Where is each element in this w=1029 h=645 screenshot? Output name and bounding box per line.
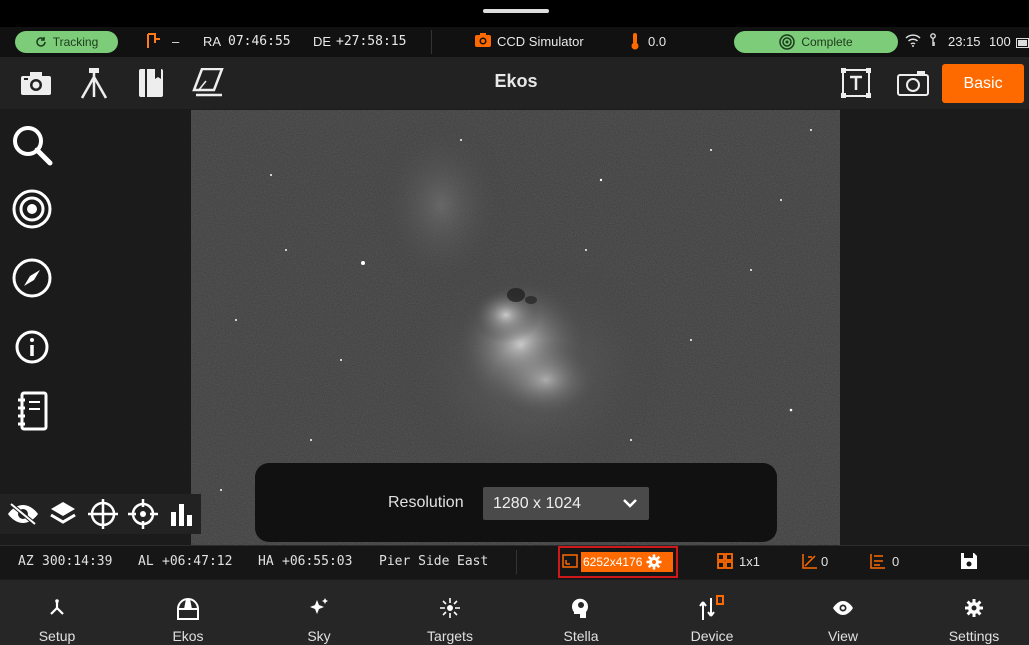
nav-label-device: Device: [690, 628, 734, 644]
stella-icon: [570, 597, 592, 619]
nav-label-targets: Targets: [427, 628, 473, 644]
resolution-popup: Resolution 1280 x 1024: [255, 463, 777, 542]
az-label: AZ: [18, 554, 34, 569]
nav-label-settings: Settings: [948, 628, 1000, 644]
de-label: DE: [313, 34, 332, 49]
info-divider: [516, 550, 517, 574]
left-tool-rail: [0, 110, 190, 545]
temperature-value: 0.0: [648, 34, 667, 49]
nav-label-view: View: [827, 628, 859, 644]
camera-name: CCD Simulator: [497, 34, 584, 49]
info-icon[interactable]: [10, 325, 54, 369]
info-bar: AZ 300:14:39 AL +06:47:12 HA +06:55:03 P…: [0, 545, 1029, 579]
image-resolution-value: 6252x4176: [583, 555, 643, 569]
ra-value: 07:46:55: [228, 34, 291, 49]
complete-label: Complete: [801, 35, 853, 49]
ha-value: +06:55:03: [282, 554, 353, 569]
nav-settings[interactable]: Settings: [924, 580, 1024, 645]
notebook-icon[interactable]: [133, 65, 169, 101]
ha-label: HA: [258, 554, 274, 569]
nav-setup[interactable]: Setup: [7, 580, 107, 645]
crosshair-icon[interactable]: [87, 498, 119, 530]
top-toolbar: Ekos Basic: [0, 57, 1029, 109]
tracking-status-pill[interactable]: Tracking: [15, 31, 118, 53]
status-divider: [431, 30, 432, 54]
image-resolution-button[interactable]: 6252x4176: [581, 552, 673, 572]
overlay-toolbar: [0, 494, 201, 534]
pier-side-label: Pier Side: [379, 554, 450, 569]
target-rings-icon[interactable]: [10, 187, 54, 231]
nav-label-setup: Setup: [38, 628, 76, 644]
nav-label-sky: Sky: [307, 628, 331, 644]
resolution-label: Resolution: [388, 494, 464, 511]
camera-icon: [474, 32, 492, 51]
reticle-icon[interactable]: [127, 498, 159, 530]
mount-dash: –: [172, 34, 180, 49]
wifi-icon: [905, 33, 921, 50]
nav-label-stella: Stella: [563, 628, 599, 644]
resolution-select[interactable]: 1280 x 1024: [483, 487, 649, 520]
hide-eye-icon[interactable]: [7, 498, 39, 530]
nav-device[interactable]: Device: [662, 580, 762, 645]
right-panel: [840, 110, 1029, 545]
tripod-icon[interactable]: [76, 65, 112, 101]
drag-handle[interactable]: [483, 9, 549, 13]
camera-frame-icon[interactable]: [895, 65, 931, 101]
mount-icon: [146, 32, 162, 53]
nav-sky[interactable]: Sky: [269, 580, 369, 645]
ra-label: RA: [203, 34, 222, 49]
flat-panel-icon[interactable]: [190, 65, 226, 101]
thermometer-icon: [630, 32, 640, 53]
binning-icon: [717, 553, 733, 572]
gear-icon: [646, 554, 662, 570]
nav-stella[interactable]: Stella: [531, 580, 631, 645]
refresh-icon: [35, 37, 46, 47]
offset-icon: [870, 553, 886, 572]
compass-icon[interactable]: [10, 256, 54, 300]
clock-time: 23:15: [948, 34, 981, 49]
page-title: Ekos: [494, 71, 538, 91]
offset-value[interactable]: 0: [892, 554, 899, 569]
battery-icon: [1016, 36, 1029, 51]
layers-icon[interactable]: [47, 498, 79, 530]
view-icon: [832, 597, 854, 619]
gain-icon: [802, 553, 818, 572]
save-icon[interactable]: [960, 552, 978, 573]
nav-view[interactable]: View: [793, 580, 893, 645]
top-handle-strip: [0, 0, 1029, 27]
status-bar: Tracking – RA 07:46:55 DE +27:58:15 CCD …: [0, 27, 1029, 57]
tracking-label: Tracking: [52, 35, 99, 49]
target-icon: [779, 34, 796, 50]
sky-icon: [308, 597, 330, 619]
chevron-down-icon: [621, 494, 639, 517]
search-icon[interactable]: [10, 123, 54, 167]
nav-ekos[interactable]: Ekos: [138, 580, 238, 645]
app-root: Tracking – RA 07:46:55 DE +27:58:15 CCD …: [0, 0, 1029, 645]
bottom-navigation: Setup Ekos Sky Targets Stella Device Vie…: [0, 580, 1029, 645]
setup-icon: [47, 597, 67, 619]
nav-targets[interactable]: Targets: [400, 580, 500, 645]
key-icon: [930, 33, 936, 50]
logbook-icon[interactable]: [10, 389, 54, 433]
aspect-ratio-icon: [562, 554, 578, 571]
al-label: AL: [138, 554, 154, 569]
ekos-icon: [175, 597, 201, 620]
gain-value[interactable]: 0: [821, 554, 828, 569]
resolution-value: 1280 x 1024: [493, 494, 582, 512]
de-value: +27:58:15: [336, 34, 407, 49]
binning-value[interactable]: 1x1: [739, 554, 760, 569]
histogram-icon[interactable]: [166, 498, 198, 530]
az-value: 300:14:39: [42, 554, 113, 569]
pier-side-value: East: [457, 554, 489, 569]
basic-mode-button[interactable]: Basic: [942, 64, 1024, 103]
camera-tool-icon[interactable]: [18, 65, 54, 101]
settings-icon: [964, 597, 984, 619]
text-frame-icon[interactable]: [838, 65, 874, 101]
nav-label-ekos: Ekos: [172, 628, 204, 644]
targets-icon: [439, 597, 461, 619]
device-icon: [698, 595, 726, 620]
battery-percent: 100: [989, 34, 1011, 49]
al-value: +06:47:12: [162, 554, 233, 569]
complete-status-pill[interactable]: Complete: [734, 31, 898, 53]
